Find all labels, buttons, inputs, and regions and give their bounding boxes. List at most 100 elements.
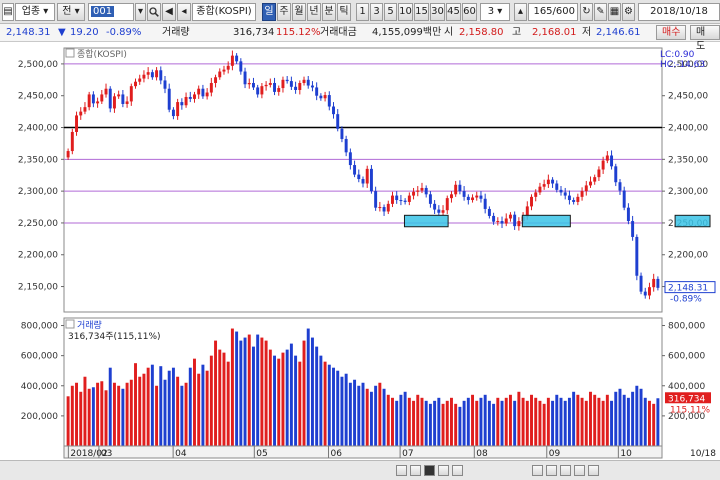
- month-label: 08: [476, 449, 488, 459]
- price-tick-label-left: 2,400,00: [18, 124, 58, 134]
- count-field[interactable]: 165/600: [528, 3, 578, 21]
- zoom-in-icon[interactable]: ▴: [514, 3, 527, 21]
- volume-bar: [475, 400, 479, 446]
- down-arrow-icon: ▼: [58, 27, 66, 38]
- interval-select[interactable]: 3 ▾: [480, 3, 510, 21]
- minute-5-label: 5: [387, 6, 394, 17]
- volume-bar: [180, 385, 184, 446]
- code-input[interactable]: 001: [88, 3, 134, 21]
- period-minute-tab[interactable]: 분: [322, 3, 336, 21]
- buy-button[interactable]: 매수: [656, 25, 687, 40]
- candle: [243, 71, 247, 85]
- minute-15-label: 15: [415, 6, 428, 17]
- volume-bar: [319, 355, 323, 446]
- minute-30-button[interactable]: 30: [430, 3, 445, 21]
- price-tick-label-right: 2,400,00: [668, 124, 708, 134]
- interval-value: 3: [487, 6, 495, 17]
- candle: [222, 69, 226, 72]
- period-tick-tab[interactable]: 틱: [337, 3, 351, 21]
- minute-60-button[interactable]: 60: [462, 3, 477, 21]
- candle: [471, 197, 475, 201]
- volume-bar: [205, 370, 209, 446]
- candle: [399, 200, 403, 202]
- candle: [412, 191, 416, 196]
- index-name-field: 종합(KOSPI): [192, 3, 256, 21]
- refresh-icon[interactable]: ↻: [580, 3, 593, 21]
- volume-bar: [441, 403, 445, 446]
- volume-bar: [340, 376, 344, 446]
- volume-bar: [416, 394, 420, 446]
- candle: [260, 86, 264, 95]
- search-icon[interactable]: [147, 3, 161, 21]
- minute-3-button[interactable]: 3: [370, 3, 383, 21]
- volume-bar: [466, 397, 470, 446]
- volume-bar: [83, 376, 87, 446]
- candle: [614, 166, 618, 183]
- step-icon[interactable]: [452, 465, 463, 476]
- price-change: 19.20: [70, 27, 99, 38]
- date-field[interactable]: 2018/10/18: [638, 3, 720, 21]
- minute-10-button[interactable]: 10: [398, 3, 413, 21]
- candle: [285, 79, 289, 82]
- zoom-in-bottom-icon[interactable]: [560, 465, 571, 476]
- minute-5-button[interactable]: 5: [384, 3, 397, 21]
- volume-bar: [521, 397, 525, 446]
- candle: [508, 214, 512, 219]
- low-value: 2,146.61: [596, 27, 641, 38]
- period-day-tab[interactable]: 일: [262, 3, 276, 21]
- minute-15-button[interactable]: 15: [414, 3, 429, 21]
- zoom-reset-icon[interactable]: [546, 465, 557, 476]
- price-change-pct: -0.89%: [106, 27, 142, 38]
- jeon-button[interactable]: 전 ▾: [57, 3, 85, 21]
- minute-1-button[interactable]: 1: [356, 3, 369, 21]
- market-select[interactable]: 업종 ▾: [15, 3, 55, 21]
- volume-bar: [572, 391, 576, 446]
- volume-bar: [209, 355, 213, 446]
- candle: [424, 187, 428, 195]
- grid-icon[interactable]: ▦: [608, 3, 621, 21]
- minute-45-button[interactable]: 45: [446, 3, 461, 21]
- volume-bar: [310, 337, 314, 446]
- volume-bar: [622, 394, 626, 446]
- tools-icon[interactable]: ✎: [594, 3, 607, 21]
- sell-button[interactable]: 매도: [690, 25, 720, 52]
- candle: [171, 109, 175, 117]
- volume-bar: [445, 400, 449, 446]
- candle: [83, 107, 87, 112]
- kospi-chart[interactable]: 2,500,00 2,500,002,450,00 2,450,002,400,00…: [0, 42, 720, 460]
- last-volume-label: 316,734: [668, 394, 705, 404]
- scroll-left-icon[interactable]: [396, 465, 407, 476]
- candle: [652, 278, 656, 288]
- x-axis-band: [63, 445, 663, 459]
- menu-icon[interactable]: ▤: [2, 3, 14, 21]
- volume-bar: [298, 361, 302, 446]
- candle: [593, 177, 597, 182]
- candle: [159, 70, 163, 81]
- period-week-tab[interactable]: 주: [277, 3, 291, 21]
- prev-code-icon[interactable]: ◂: [177, 3, 191, 21]
- period-month-tab[interactable]: 월: [292, 3, 306, 21]
- code-dropdown-icon[interactable]: ▾: [135, 3, 146, 21]
- candle: [559, 189, 563, 193]
- speaker-icon[interactable]: ◀: [162, 3, 176, 21]
- candle: [125, 101, 129, 104]
- settings-icon[interactable]: ⚙: [622, 3, 635, 21]
- volume-bar: [458, 406, 462, 446]
- scroll-right-icon[interactable]: [410, 465, 421, 476]
- volume-bar: [142, 373, 146, 446]
- volume-bar: [365, 388, 369, 446]
- volume-bar: [230, 328, 234, 446]
- play-icon[interactable]: [438, 465, 449, 476]
- zoom-out-icon[interactable]: [532, 465, 543, 476]
- volume-bar: [534, 397, 538, 446]
- candle: [197, 88, 201, 95]
- candle: [239, 61, 243, 72]
- scroll-end-icon[interactable]: [588, 465, 599, 476]
- volume-tick-label-left: 400,000: [21, 382, 58, 392]
- volume-bar: [483, 394, 487, 446]
- volume-bar: [167, 370, 171, 446]
- stop-icon[interactable]: [424, 465, 435, 476]
- period-year-tab[interactable]: 년: [307, 3, 321, 21]
- fit-icon[interactable]: [574, 465, 585, 476]
- candle: [546, 179, 550, 185]
